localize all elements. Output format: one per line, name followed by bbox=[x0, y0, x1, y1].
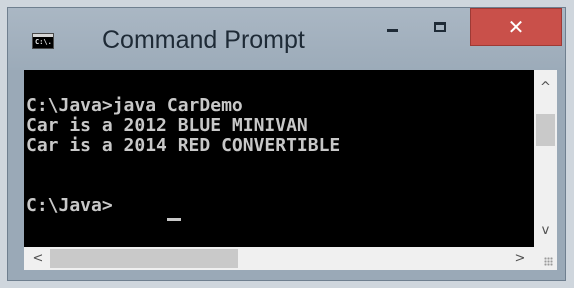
console-prompt: C:\Java> bbox=[26, 195, 113, 216]
close-icon: ✕ bbox=[507, 15, 525, 39]
command-prompt-window: C:\. Command Prompt ✕ C:\Java>java CarDe… bbox=[7, 7, 566, 281]
window-title: Command Prompt bbox=[102, 26, 305, 54]
horizontal-scroll-thumb[interactable] bbox=[50, 249, 238, 268]
maximize-icon bbox=[434, 22, 446, 32]
title-bar[interactable]: C:\. Command Prompt ✕ bbox=[8, 8, 565, 70]
scroll-right-button[interactable]: > bbox=[508, 247, 532, 270]
console-line: Car is a 2014 RED CONVERTIBLE bbox=[26, 135, 341, 156]
horizontal-scrollbar[interactable]: < > bbox=[24, 247, 534, 270]
cmd-icon-text: C:\. bbox=[35, 38, 52, 46]
maximize-button[interactable] bbox=[416, 8, 464, 46]
resize-grip-icon[interactable] bbox=[544, 257, 553, 266]
scroll-up-button[interactable]: ^ bbox=[534, 76, 557, 98]
console-line: Car is a 2012 BLUE MINIVAN bbox=[26, 115, 308, 136]
scroll-left-button[interactable]: < bbox=[26, 247, 50, 270]
console-output[interactable]: C:\Java>java CarDemo Car is a 2012 BLUE … bbox=[24, 70, 534, 247]
vertical-scroll-thumb[interactable] bbox=[536, 114, 555, 146]
minimize-button[interactable] bbox=[374, 8, 411, 46]
vertical-scrollbar[interactable]: ^ v bbox=[534, 70, 557, 247]
resize-corner[interactable] bbox=[534, 247, 557, 270]
minimize-icon bbox=[387, 28, 398, 32]
scroll-down-button[interactable]: v bbox=[534, 219, 557, 241]
cmd-icon[interactable]: C:\. bbox=[32, 33, 54, 49]
console-line: C:\Java>java CarDemo bbox=[26, 95, 243, 116]
close-button[interactable]: ✕ bbox=[470, 8, 562, 46]
text-cursor bbox=[167, 218, 181, 221]
